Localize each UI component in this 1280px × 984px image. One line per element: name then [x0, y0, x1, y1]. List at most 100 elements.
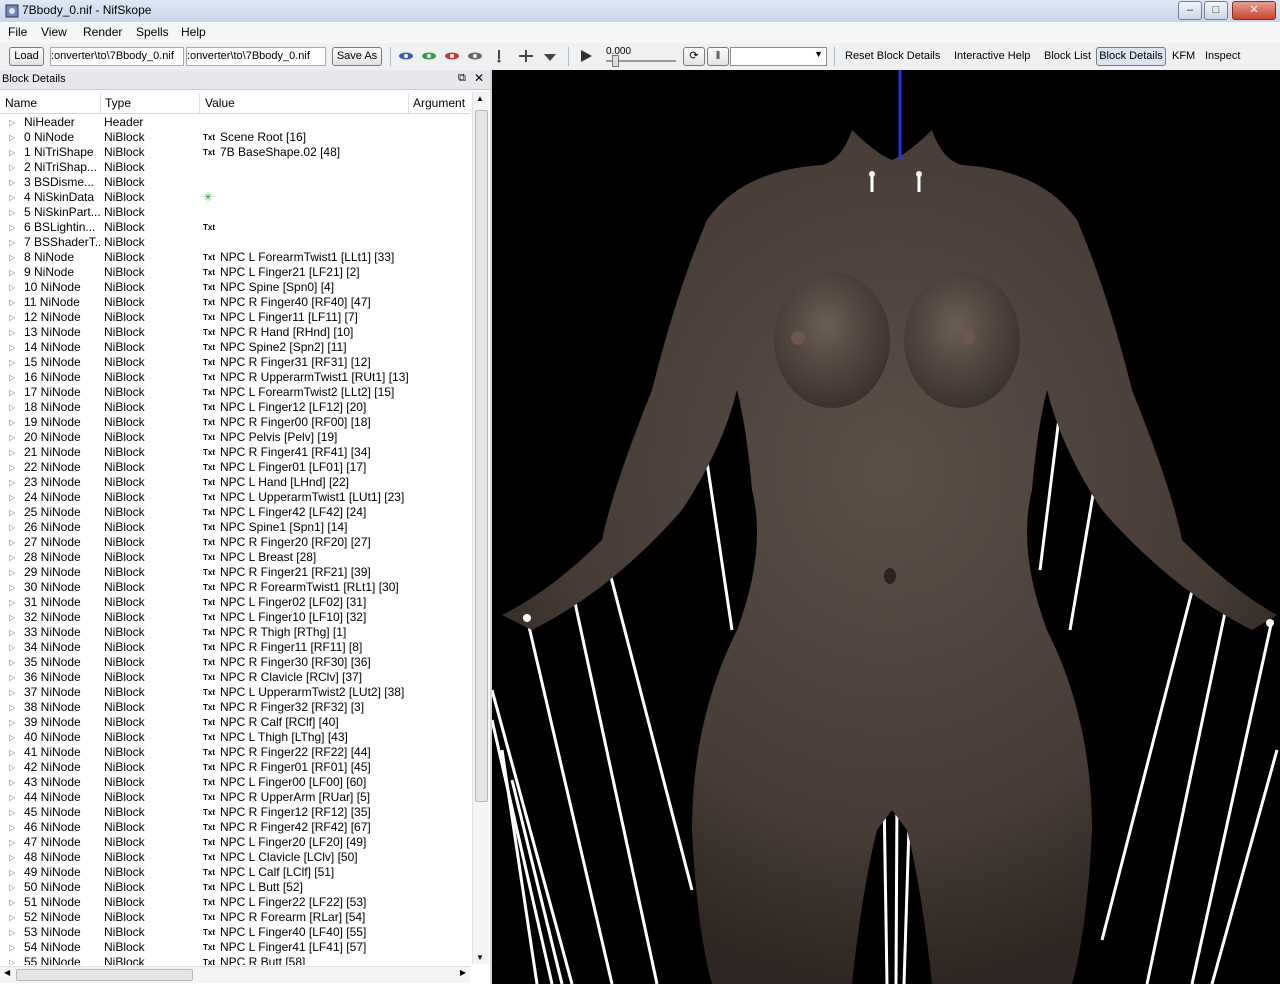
kfm-button[interactable]: KFM — [1172, 50, 1195, 62]
table-row[interactable]: ▷ 33 NiNode NiBlock Txt NPC R Thigh [RThg] [… — [0, 625, 470, 640]
split-icon[interactable] — [518, 49, 534, 63]
table-row[interactable]: ▷ 13 NiNode NiBlock Txt NPC R Hand [RHnd] [1… — [0, 325, 470, 340]
load-path-input[interactable]: :onverter\to\7Bbody_0.nif — [50, 47, 184, 66]
table-row[interactable]: ▷ 7 BSShaderT... NiBlock — [0, 235, 470, 250]
menu-view[interactable]: View — [41, 25, 67, 39]
table-row[interactable]: ▷ 32 NiNode NiBlock Txt NPC L Finger10 [LF10… — [0, 610, 470, 625]
horizontal-scrollbar[interactable]: ◀ ▶ — [0, 966, 470, 983]
table-row[interactable]: ▷ 50 NiNode NiBlock Txt NPC L Butt [52] — [0, 880, 470, 895]
menu-file[interactable]: File — [8, 25, 27, 39]
expand-arrow-icon[interactable]: ▷ — [9, 760, 15, 775]
table-row[interactable]: ▷ 20 NiNode NiBlock Txt NPC Pelvis [Pelv] [1… — [0, 430, 470, 445]
minimize-button[interactable]: – — [1178, 1, 1202, 20]
table-row[interactable]: ▷ 45 NiNode NiBlock Txt NPC R Finger12 [RF12… — [0, 805, 470, 820]
table-row[interactable]: ▷ 42 NiNode NiBlock Txt NPC R Finger01 [RF01… — [0, 760, 470, 775]
table-row[interactable]: ▷ 51 NiNode NiBlock Txt NPC L Finger22 [LF22… — [0, 895, 470, 910]
table-row[interactable]: ▷ 38 NiNode NiBlock Txt NPC R Finger32 [RF32… — [0, 700, 470, 715]
expand-arrow-icon[interactable]: ▷ — [9, 610, 15, 625]
expand-arrow-icon[interactable]: ▷ — [9, 190, 15, 205]
menu-render[interactable]: Render — [83, 25, 122, 39]
eye-gray-icon[interactable] — [467, 49, 483, 63]
block-details-button[interactable]: Block Details — [1096, 47, 1166, 66]
reset-block-details-button[interactable]: Reset Block Details — [845, 50, 940, 62]
table-row[interactable]: ▷ 1 NiTriShape NiBlock Txt 7B BaseShape.02 [… — [0, 145, 470, 160]
expand-arrow-icon[interactable]: ▷ — [9, 910, 15, 925]
expand-arrow-icon[interactable]: ▷ — [9, 310, 15, 325]
save-as-button[interactable]: Save As — [332, 47, 382, 66]
table-row[interactable]: ▷ 6 BSLightin... NiBlock Txt — [0, 220, 470, 235]
table-row[interactable]: ▷ 29 NiNode NiBlock Txt NPC R Finger21 [RF21… — [0, 565, 470, 580]
expand-arrow-icon[interactable]: ▷ — [9, 130, 15, 145]
scroll-up-icon[interactable]: ▲ — [476, 94, 484, 103]
expand-arrow-icon[interactable]: ▷ — [9, 175, 15, 190]
expand-arrow-icon[interactable]: ▷ — [9, 580, 15, 595]
table-row[interactable]: ▷ 3 BSDisme... NiBlock — [0, 175, 470, 190]
scroll-left-icon[interactable]: ◀ — [4, 968, 10, 977]
bone-node[interactable] — [916, 171, 922, 177]
table-row[interactable]: ▷ 40 NiNode NiBlock Txt NPC L Thigh [LThg] [… — [0, 730, 470, 745]
expand-arrow-icon[interactable]: ▷ — [9, 205, 15, 220]
expand-arrow-icon[interactable]: ▷ — [9, 160, 15, 175]
expand-arrow-icon[interactable]: ▷ — [9, 475, 15, 490]
table-row[interactable]: ▷ 9 NiNode NiBlock Txt NPC L Finger21 [LF21]… — [0, 265, 470, 280]
expand-arrow-icon[interactable]: ▷ — [9, 895, 15, 910]
time-slider-handle[interactable] — [612, 55, 619, 67]
bone-node[interactable] — [523, 614, 531, 622]
expand-arrow-icon[interactable]: ▷ — [9, 220, 15, 235]
expand-arrow-icon[interactable]: ▷ — [9, 550, 15, 565]
expand-arrow-icon[interactable]: ▷ — [9, 850, 15, 865]
expand-arrow-icon[interactable]: ▷ — [9, 805, 15, 820]
play-icon[interactable] — [578, 49, 594, 63]
column-divider[interactable] — [100, 93, 101, 113]
table-row[interactable]: ▷ 28 NiNode NiBlock Txt NPC L Breast [28] — [0, 550, 470, 565]
expand-arrow-icon[interactable]: ▷ — [9, 430, 15, 445]
expand-arrow-icon[interactable]: ▷ — [9, 520, 15, 535]
table-row[interactable]: ▷ 12 NiNode NiBlock Txt NPC L Finger11 [LF11… — [0, 310, 470, 325]
pin-icon[interactable] — [491, 49, 507, 63]
expand-arrow-icon[interactable]: ▷ — [9, 250, 15, 265]
table-row[interactable]: ▷ 18 NiNode NiBlock Txt NPC L Finger12 [LF12… — [0, 400, 470, 415]
table-row[interactable]: ▷ 27 NiNode NiBlock Txt NPC R Finger20 [RF20… — [0, 535, 470, 550]
close-button[interactable]: ✕ — [1232, 1, 1276, 20]
table-row[interactable]: ▷ 31 NiNode NiBlock Txt NPC L Finger02 [LF02… — [0, 595, 470, 610]
column-argument[interactable]: Argument — [413, 96, 465, 110]
table-row[interactable]: ▷ 17 NiNode NiBlock Txt NPC L ForearmTwist2 … — [0, 385, 470, 400]
menu-help[interactable]: Help — [181, 25, 206, 39]
expand-arrow-icon[interactable]: ▷ — [9, 790, 15, 805]
table-row[interactable]: ▷ 41 NiNode NiBlock Txt NPC R Finger22 [RF22… — [0, 745, 470, 760]
interactive-help-button[interactable]: Interactive Help — [954, 50, 1030, 62]
expand-arrow-icon[interactable]: ▷ — [9, 835, 15, 850]
table-row[interactable]: ▷ 21 NiNode NiBlock Txt NPC R Finger41 [RF41… — [0, 445, 470, 460]
scrollbar-thumb[interactable] — [16, 969, 193, 981]
expand-arrow-icon[interactable]: ▷ — [9, 325, 15, 340]
table-row[interactable]: ▷ 43 NiNode NiBlock Txt NPC L Finger00 [LF00… — [0, 775, 470, 790]
expand-arrow-icon[interactable]: ▷ — [9, 295, 15, 310]
expand-arrow-icon[interactable]: ▷ — [9, 115, 15, 130]
expand-arrow-icon[interactable]: ▷ — [9, 280, 15, 295]
expand-arrow-icon[interactable]: ▷ — [9, 685, 15, 700]
expand-arrow-icon[interactable]: ▷ — [9, 535, 15, 550]
table-row[interactable]: ▷ 10 NiNode NiBlock Txt NPC Spine [Spn0] [4] — [0, 280, 470, 295]
expand-arrow-icon[interactable]: ▷ — [9, 595, 15, 610]
scroll-down-icon[interactable]: ▼ — [476, 953, 484, 962]
table-row[interactable]: ▷ 22 NiNode NiBlock Txt NPC L Finger01 [LF01… — [0, 460, 470, 475]
expand-arrow-icon[interactable]: ▷ — [9, 940, 15, 955]
table-row[interactable]: ▷ 2 NiTriShap... NiBlock — [0, 160, 470, 175]
table-row[interactable]: ▷ 44 NiNode NiBlock Txt NPC R UpperArm [RUar… — [0, 790, 470, 805]
eye-icon[interactable] — [398, 49, 414, 63]
expand-arrow-icon[interactable]: ▷ — [9, 355, 15, 370]
chevron-down-icon[interactable] — [542, 49, 558, 63]
close-icon[interactable]: ✕ — [474, 71, 484, 85]
vertical-scrollbar[interactable]: ▲ ▼ — [472, 92, 489, 964]
table-row[interactable]: ▷ 5 NiSkinPart... NiBlock — [0, 205, 470, 220]
expand-arrow-icon[interactable]: ▷ — [9, 925, 15, 940]
table-row[interactable]: ▷ 30 NiNode NiBlock Txt NPC R ForearmTwist1 … — [0, 580, 470, 595]
expand-arrow-icon[interactable]: ▷ — [9, 865, 15, 880]
expand-arrow-icon[interactable]: ▷ — [9, 235, 15, 250]
table-row[interactable]: ▷ 19 NiNode NiBlock Txt NPC R Finger00 [RF00… — [0, 415, 470, 430]
table-row[interactable]: ▷ NiHeader Header — [0, 115, 470, 130]
menu-spells[interactable]: Spells — [136, 25, 169, 39]
expand-arrow-icon[interactable]: ▷ — [9, 820, 15, 835]
table-row[interactable]: ▷ 46 NiNode NiBlock Txt NPC R Finger42 [RF42… — [0, 820, 470, 835]
expand-arrow-icon[interactable]: ▷ — [9, 340, 15, 355]
